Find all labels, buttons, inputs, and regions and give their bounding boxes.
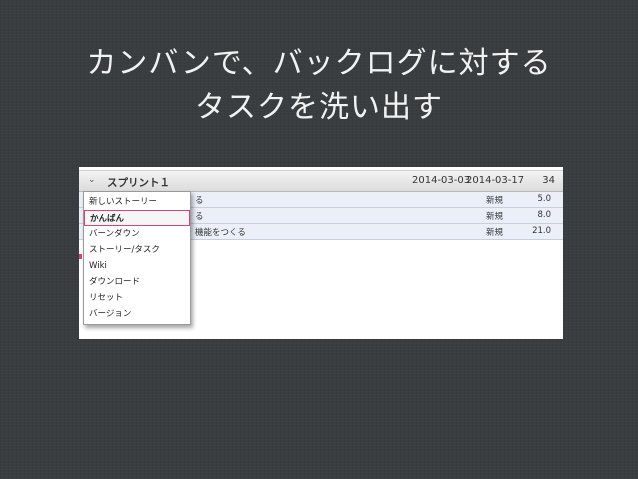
story-status[interactable]: 新規 bbox=[486, 226, 503, 238]
slide-title-line-2: タスクを洗い出す bbox=[195, 90, 443, 125]
menu-item-version[interactable]: バージョン bbox=[84, 306, 190, 322]
menu-item-burndown[interactable]: バーンダウン bbox=[84, 226, 190, 242]
slide-title: カンバンで、バックログに対する タスクを洗い出す bbox=[0, 42, 638, 130]
sprint-end-date[interactable]: 2014-03-17 bbox=[466, 175, 524, 186]
menu-item-wiki[interactable]: Wiki bbox=[84, 258, 190, 274]
backlog-screenshot: ⌄ スプリント１ 2014-03-03 2014-03-17 34 る 新規 5… bbox=[79, 167, 563, 339]
sprint-points: 34 bbox=[542, 175, 555, 186]
sprint-start-date[interactable]: 2014-03-03 bbox=[412, 175, 470, 186]
story-title: 機能をつくる bbox=[195, 228, 246, 238]
story-title: る bbox=[195, 196, 204, 206]
menu-item-reset[interactable]: リセット bbox=[84, 290, 190, 306]
story-status[interactable]: 新規 bbox=[486, 194, 503, 206]
sprint-context-menu: 新しいストーリー かんばん バーンダウン ストーリー/タスク Wiki ダウンロ… bbox=[83, 191, 191, 325]
story-title: る bbox=[195, 212, 204, 222]
menu-item-new-story[interactable]: 新しいストーリー bbox=[84, 194, 190, 210]
story-points[interactable]: 21.0 bbox=[532, 226, 551, 236]
sprint-header[interactable]: ⌄ スプリント１ 2014-03-03 2014-03-17 34 bbox=[79, 170, 563, 192]
sprint-name: スプリント１ bbox=[107, 177, 170, 189]
chevron-down-icon[interactable]: ⌄ bbox=[88, 175, 96, 185]
menu-item-story-task[interactable]: ストーリー/タスク bbox=[84, 242, 190, 258]
slide-title-line-1: カンバンで、バックログに対する bbox=[86, 46, 552, 81]
story-points[interactable]: 8.0 bbox=[537, 210, 551, 220]
menu-item-kanban[interactable]: かんばん bbox=[84, 210, 190, 226]
menu-item-download[interactable]: ダウンロード bbox=[84, 274, 190, 290]
highlight-marker bbox=[79, 254, 82, 259]
story-status[interactable]: 新規 bbox=[486, 210, 503, 222]
story-points[interactable]: 5.0 bbox=[537, 194, 551, 204]
